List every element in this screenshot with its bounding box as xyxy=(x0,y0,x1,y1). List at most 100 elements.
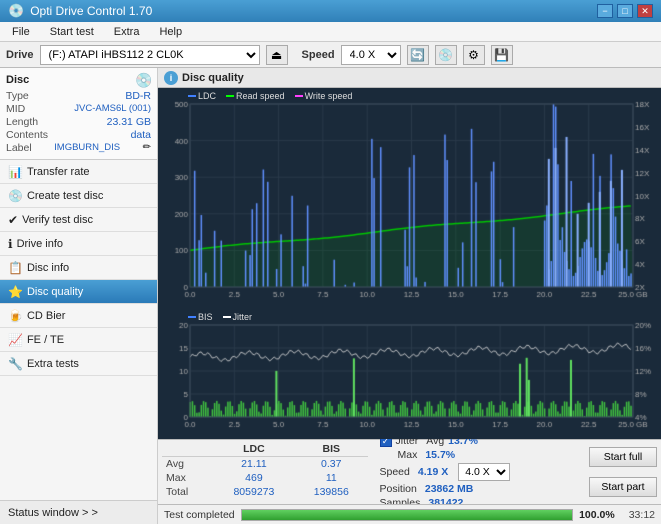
speed-select[interactable]: 4.0 X 2.0 X 6.0 X 8.0 X xyxy=(341,45,401,65)
total-label: Total xyxy=(162,485,213,499)
settings-button[interactable]: ⚙ xyxy=(463,45,485,65)
speed-label: Speed xyxy=(302,49,335,61)
sidebar-label-disc-info: Disc info xyxy=(27,262,69,274)
avg-label: Avg xyxy=(162,457,213,472)
legend-ldc-label: LDC xyxy=(198,91,216,101)
start-part-button[interactable]: Start part xyxy=(589,477,657,497)
position-value: 23862 MB xyxy=(425,483,473,495)
refresh-button[interactable]: 🔄 xyxy=(407,45,429,65)
length-value: 23.31 GB xyxy=(107,116,151,128)
eject-button[interactable]: ⏏ xyxy=(266,45,288,65)
jitter-max-label: Max xyxy=(398,449,418,461)
table-row-avg: Avg 21.11 0.37 xyxy=(162,457,368,472)
type-key: Type xyxy=(6,90,29,102)
sidebar-item-transfer-rate[interactable]: 📊 Transfer rate xyxy=(0,160,157,184)
legend-bis: BIS xyxy=(188,312,213,322)
speed-stat-label: Speed xyxy=(380,466,410,478)
transfer-rate-icon: 📊 xyxy=(8,165,23,179)
length-key: Length xyxy=(6,116,38,128)
legend-jitter: Jitter xyxy=(223,312,253,322)
contents-key: Contents xyxy=(6,129,48,141)
type-value: BD-R xyxy=(125,90,151,102)
sidebar-label-cd-bier: CD Bier xyxy=(27,310,66,322)
status-time: 33:12 xyxy=(629,509,655,521)
drive-label: Drive xyxy=(6,49,34,61)
avg-ldc: 21.11 xyxy=(213,457,295,472)
label-edit-icon[interactable]: ✏ xyxy=(143,142,151,154)
max-bis: 11 xyxy=(295,471,367,485)
disc-section-label: Disc xyxy=(6,74,29,86)
bottom-status-bar: Test completed 100.0% 33:12 xyxy=(158,504,661,524)
status-window-label: Status window > > xyxy=(8,507,98,519)
contents-value: data xyxy=(131,129,151,141)
legend-read-speed-label: Read speed xyxy=(236,91,285,101)
menu-help[interactable]: Help xyxy=(151,24,190,40)
save-button[interactable]: 💾 xyxy=(491,45,513,65)
legend-write-speed: Write speed xyxy=(295,91,353,101)
sidebar-item-extra-tests[interactable]: 🔧 Extra tests xyxy=(0,352,157,376)
total-bis: 139856 xyxy=(295,485,367,499)
chart-ldc: LDC Read speed Write speed xyxy=(158,88,661,309)
disc-quality-header: i Disc quality xyxy=(158,68,661,88)
ldc-header: LDC xyxy=(213,442,295,457)
sidebar-label-transfer-rate: Transfer rate xyxy=(27,166,90,178)
legend-jitter-label: Jitter xyxy=(233,312,253,322)
menu-extra[interactable]: Extra xyxy=(106,24,148,40)
max-ldc: 469 xyxy=(213,471,295,485)
main-layout: Disc 💿 Type BD-R MID JVC-AMS6L (001) Len… xyxy=(0,68,661,524)
sidebar-label-disc-quality: Disc quality xyxy=(27,286,83,298)
sidebar-label-verify-test-disc: Verify test disc xyxy=(22,214,93,226)
fe-te-icon: 📈 xyxy=(8,333,23,347)
speed-stat-value: 4.19 X xyxy=(418,466,448,478)
sidebar-item-disc-info[interactable]: 📋 Disc info xyxy=(0,256,157,280)
disc-quality-title: Disc quality xyxy=(182,72,244,84)
speed-stat-dropdown[interactable]: 4.0 X2.0 X6.0 X xyxy=(458,463,510,481)
sidebar-item-verify-test-disc[interactable]: ✔ Verify test disc xyxy=(0,208,157,232)
sidebar-item-drive-info[interactable]: ℹ Drive info xyxy=(0,232,157,256)
canvas-bis xyxy=(158,309,661,439)
stats-bar: LDC BIS Avg 21.11 0.37 Max 469 xyxy=(158,439,661,504)
bis-header: BIS xyxy=(295,442,367,457)
disc-quality-icon-badge: i xyxy=(164,71,178,85)
menu-start-test[interactable]: Start test xyxy=(42,24,102,40)
sidebar-item-create-test-disc[interactable]: 💿 Create test disc xyxy=(0,184,157,208)
app-icon: 💿 xyxy=(8,3,24,19)
label-key: Label xyxy=(6,142,32,154)
jitter-max-value: 15.7% xyxy=(425,449,455,461)
disc-info-nav-icon: 📋 xyxy=(8,261,23,275)
chart-top-legend: LDC Read speed Write speed xyxy=(188,91,352,101)
progress-bar xyxy=(241,509,573,521)
label-value: IMGBURN_DIS xyxy=(54,142,120,154)
chart-bottom-legend: BIS Jitter xyxy=(188,312,252,322)
avg-bis: 0.37 xyxy=(295,457,367,472)
sidebar-item-cd-bier[interactable]: 🍺 CD Bier xyxy=(0,304,157,328)
max-label: Max xyxy=(162,471,213,485)
charts-area: LDC Read speed Write speed xyxy=(158,88,661,439)
minimize-button[interactable]: − xyxy=(597,4,613,18)
status-window-button[interactable]: Status window > > xyxy=(0,500,157,524)
drive-info-icon: ℹ xyxy=(8,237,13,251)
progress-percent: 100.0% xyxy=(579,509,615,521)
sidebar-label-drive-info: Drive info xyxy=(17,238,63,250)
sidebar: Disc 💿 Type BD-R MID JVC-AMS6L (001) Len… xyxy=(0,68,158,524)
cd-bier-icon: 🍺 xyxy=(8,309,23,323)
sidebar-item-fe-te[interactable]: 📈 FE / TE xyxy=(0,328,157,352)
start-full-button[interactable]: Start full xyxy=(589,447,657,467)
table-row-max: Max 469 11 xyxy=(162,471,368,485)
maximize-button[interactable]: □ xyxy=(617,4,633,18)
disc-info-panel: Disc 💿 Type BD-R MID JVC-AMS6L (001) Len… xyxy=(0,68,157,160)
close-button[interactable]: ✕ xyxy=(637,4,653,18)
drive-select[interactable]: (F:) ATAPI iHBS112 2 CL0K xyxy=(40,45,260,65)
extra-tests-icon: 🔧 xyxy=(8,357,23,371)
create-test-disc-icon: 💿 xyxy=(8,189,23,203)
menubar: File Start test Extra Help xyxy=(0,22,661,42)
position-label: Position xyxy=(380,483,417,495)
legend-ldc: LDC xyxy=(188,91,216,101)
verify-test-disc-icon: ✔ xyxy=(8,213,18,227)
sidebar-label-create-test-disc: Create test disc xyxy=(27,190,103,202)
disc-icon-btn[interactable]: 💿 xyxy=(435,45,457,65)
drivebar: Drive (F:) ATAPI iHBS112 2 CL0K ⏏ Speed … xyxy=(0,42,661,68)
sidebar-item-disc-quality[interactable]: ⭐ Disc quality xyxy=(0,280,157,304)
canvas-ldc xyxy=(158,88,661,309)
menu-file[interactable]: File xyxy=(4,24,38,40)
